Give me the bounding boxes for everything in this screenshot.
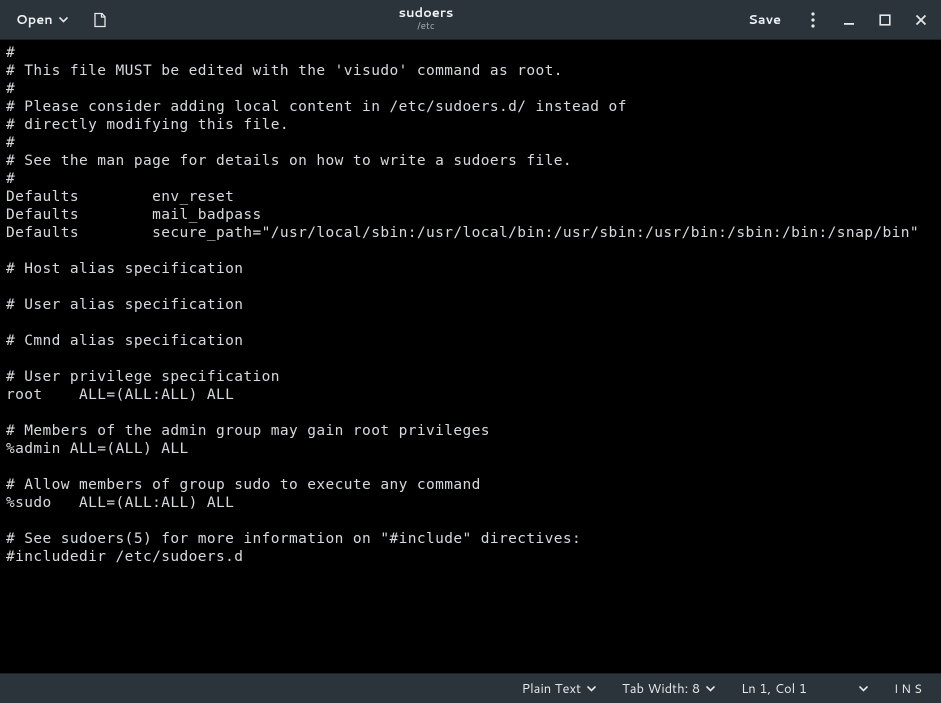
open-label: Open [16, 11, 53, 29]
cursor-position-label: Ln 1, Col 1 [741, 680, 807, 698]
hamburger-menu-button[interactable] [799, 6, 827, 34]
syntax-mode-selector[interactable]: Plain Text [518, 678, 600, 700]
insert-mode-label: INS [894, 680, 925, 697]
headerbar-title-area: sudoers /etc [114, 7, 738, 31]
close-button[interactable] [907, 6, 935, 34]
open-button[interactable]: Open [6, 6, 78, 34]
close-icon [915, 14, 927, 26]
headerbar-left: Open [6, 6, 114, 34]
headerbar-right: Save [738, 6, 935, 34]
headerbar: Open sudoers /etc Save [0, 0, 941, 40]
save-label: Save [748, 11, 781, 29]
statusbar: Plain Text Tab Width: 8 Ln 1, Col 1 INS [0, 673, 941, 703]
tab-width-label: Tab Width: 8 [622, 680, 700, 698]
chevron-down-icon [706, 686, 715, 692]
new-document-icon [92, 12, 108, 28]
syntax-mode-label: Plain Text [522, 680, 581, 698]
chevron-down-icon [59, 17, 68, 23]
chevron-down-icon [859, 686, 868, 692]
window-subtitle: /etc [417, 21, 435, 32]
chevron-down-icon [587, 686, 596, 692]
kebab-menu-icon [811, 12, 815, 28]
editor-content[interactable]: # # This file MUST be edited with the 'v… [6, 44, 935, 566]
tab-width-selector[interactable]: Tab Width: 8 [618, 678, 719, 700]
maximize-icon [879, 14, 891, 26]
save-button[interactable]: Save [738, 6, 791, 34]
minimize-button[interactable] [835, 6, 863, 34]
maximize-button[interactable] [871, 6, 899, 34]
insert-mode-indicator[interactable]: INS [890, 678, 929, 699]
editor-area[interactable]: # # This file MUST be edited with the 'v… [0, 40, 941, 673]
new-document-button[interactable] [86, 6, 114, 34]
cursor-position-selector[interactable]: Ln 1, Col 1 [737, 678, 872, 700]
minimize-icon [843, 14, 855, 26]
